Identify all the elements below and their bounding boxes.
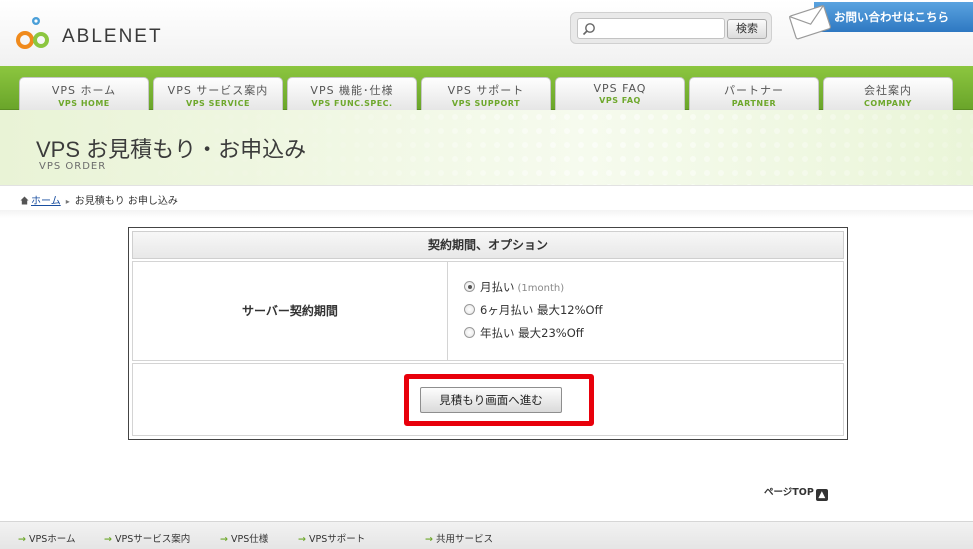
- footer-link-vps-spec[interactable]: → VPS仕様: [220, 531, 268, 545]
- radio-option-yearly[interactable]: 年払い 最大23%Off: [464, 325, 584, 343]
- arrow-up-icon: ▲: [815, 489, 828, 501]
- radio-button[interactable]: [464, 304, 475, 315]
- radio-option-note: (1month): [517, 283, 565, 294]
- arrow-right-icon: →: [298, 534, 306, 545]
- breadcrumb: ホーム ▸ お見積もり お申し込み: [20, 192, 178, 207]
- radio-option-label: 6ヶ月払い 最大12%Off: [480, 303, 603, 317]
- nav-tab-label: VPS 機能･仕様: [310, 84, 394, 97]
- nav-tab-sublabel: PARTNER: [731, 99, 777, 108]
- page-title-band: VPS お見積もり・お申込み VPS ORDER: [0, 110, 973, 186]
- nav-tab-vps-faq[interactable]: VPS FAQ VPS FAQ: [555, 77, 685, 110]
- logo-text: ABLENET: [62, 26, 163, 47]
- nav-tab-vps-service[interactable]: VPS サービス案内 VPS SERVICE: [153, 77, 283, 110]
- contact-button[interactable]: お問い合わせはこちら: [786, 0, 973, 44]
- logo-mark-icon: [16, 17, 49, 49]
- footer-link-vps-home[interactable]: → VPSホーム: [18, 531, 75, 545]
- search-button[interactable]: 検索: [727, 19, 767, 39]
- footer-link-label: VPSサービス案内: [114, 534, 191, 545]
- nav-tab-vps-support[interactable]: VPS サポート VPS SUPPORT: [421, 77, 551, 110]
- arrow-right-icon: →: [220, 534, 228, 545]
- page-top-label: ページTOP: [764, 487, 814, 498]
- footer-link-label: VPS仕様: [230, 534, 269, 545]
- radio-button[interactable]: [464, 327, 475, 338]
- proceed-to-estimate-button[interactable]: 見積もり画面へ進む: [420, 387, 562, 413]
- contact-label: お問い合わせはこちら: [814, 2, 973, 32]
- ablenet-logo[interactable]: ABLENET: [16, 16, 186, 54]
- nav-tab-partner[interactable]: パートナー PARTNER: [689, 77, 819, 110]
- nav-tab-sublabel: VPS HOME: [58, 99, 110, 108]
- order-form-table: 契約期間、オプション サーバー契約期間 月払い (1month) 6ヶ月払い 最大…: [128, 227, 848, 440]
- global-nav: VPS ホーム VPS HOME VPS サービス案内 VPS SERVICE …: [0, 66, 973, 110]
- nav-tab-label: VPS ホーム: [51, 84, 117, 97]
- nav-tab-company[interactable]: 会社案内 COMPANY: [823, 77, 953, 110]
- contract-period-options: 月払い (1month) 6ヶ月払い 最大12%Off 年払い 最大23%Off: [447, 261, 844, 361]
- nav-tab-sublabel: VPS SERVICE: [186, 99, 250, 108]
- red-highlight-box: 見積もり画面へ進む: [404, 374, 594, 426]
- nav-tab-vps-func-spec[interactable]: VPS 機能･仕様 VPS FUNC.SPEC.: [287, 77, 417, 110]
- divider: [0, 210, 973, 218]
- site-header: ABLENET 検索 お問い合わせはこちら: [0, 0, 973, 66]
- breadcrumb-home-link[interactable]: ホーム: [31, 196, 61, 207]
- radio-button-checked[interactable]: [464, 281, 475, 292]
- contract-period-label: サーバー契約期間: [132, 261, 448, 361]
- page-title: VPS お見積もり・お申込み: [36, 137, 307, 162]
- nav-tab-label: パートナー: [724, 84, 784, 97]
- search-box: 検索: [570, 12, 772, 44]
- submit-cell: 見積もり画面へ進む: [132, 363, 844, 436]
- search-icon: [582, 23, 595, 36]
- radio-option-monthly[interactable]: 月払い (1month): [464, 279, 564, 297]
- nav-tab-label: VPS FAQ: [593, 82, 647, 95]
- nav-tab-sublabel: VPS SUPPORT: [451, 99, 521, 108]
- arrow-right-icon: →: [104, 534, 112, 545]
- arrow-right-icon: →: [18, 534, 26, 545]
- radio-option-label: 月払い: [480, 280, 515, 294]
- arrow-right-icon: →: [425, 534, 433, 545]
- nav-tab-sublabel: VPS FAQ: [599, 96, 641, 105]
- form-heading: 契約期間、オプション: [132, 231, 844, 259]
- envelope-icon: [789, 4, 831, 40]
- nav-tab-label: 会社案内: [864, 84, 912, 97]
- nav-tab-label: VPS サポート: [447, 84, 525, 97]
- page-top-link[interactable]: ページTOP ▲: [764, 484, 828, 501]
- home-icon: [20, 196, 29, 205]
- radio-option-label: 年払い 最大23%Off: [480, 326, 584, 340]
- page-subtitle: VPS ORDER: [39, 161, 107, 172]
- site-footer: → VPSホーム → VPSサービス案内 → VPS仕様 → VPSサポート → 共用サー…: [0, 521, 973, 549]
- footer-link-label: VPSホーム: [28, 534, 76, 545]
- search-input[interactable]: [577, 18, 725, 39]
- footer-link-shared-service[interactable]: → 共用サービス: [425, 531, 493, 545]
- nav-tab-vps-home[interactable]: VPS ホーム VPS HOME: [19, 77, 149, 110]
- footer-link-label: VPSサポート: [308, 534, 366, 545]
- radio-option-six-months[interactable]: 6ヶ月払い 最大12%Off: [464, 302, 603, 320]
- footer-link-label: 共用サービス: [435, 534, 493, 545]
- breadcrumb-current: お見積もり お申し込み: [74, 196, 178, 207]
- nav-tab-sublabel: COMPANY: [864, 99, 912, 108]
- chevron-right-icon: ▸: [65, 197, 70, 206]
- footer-link-vps-support[interactable]: → VPSサポート: [298, 531, 365, 545]
- footer-link-vps-service[interactable]: → VPSサービス案内: [104, 531, 190, 545]
- nav-tab-sublabel: VPS FUNC.SPEC.: [311, 99, 393, 108]
- nav-tab-label: VPS サービス案内: [167, 84, 269, 97]
